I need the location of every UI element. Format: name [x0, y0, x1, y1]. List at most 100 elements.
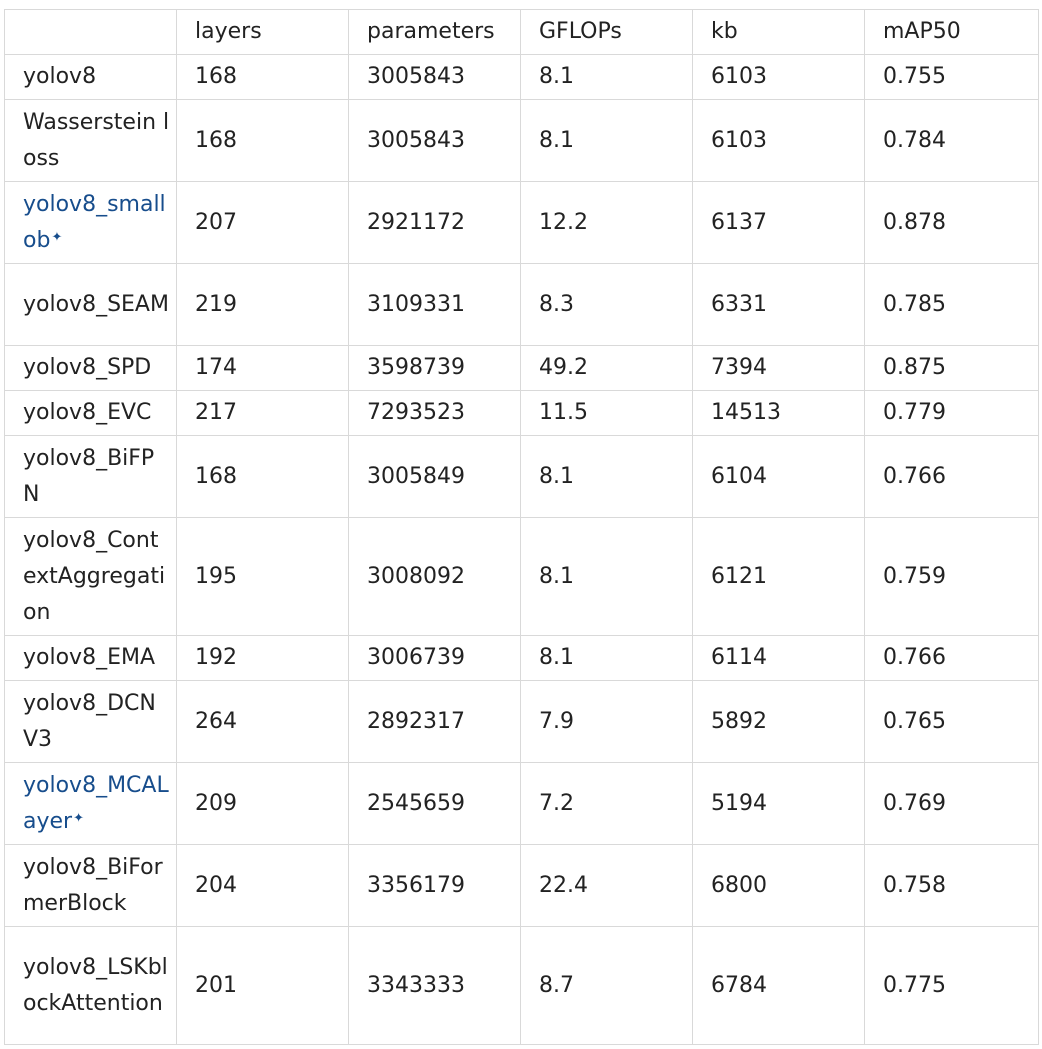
map50-cell: 0.765: [864, 680, 1039, 763]
kb-cell: 6784: [692, 926, 865, 1045]
gflops-cell: 11.5: [520, 390, 693, 436]
table-row: yolov8_SPD 174 3598739 49.2 7394 0.875: [4, 345, 1039, 391]
parameters-cell: 3006739: [348, 635, 521, 681]
parameters-cell: 2545659: [348, 762, 521, 845]
kb-cell: 6114: [692, 635, 865, 681]
model-name-cell: yolov8_EVC: [4, 390, 177, 436]
layers-cell: 174: [176, 345, 349, 391]
map50-cell: 0.766: [864, 435, 1039, 518]
model-name-cell: yolov8_SPD: [4, 345, 177, 391]
model-name-cell: yolov8_smallob✦: [4, 181, 177, 264]
kb-cell: 7394: [692, 345, 865, 391]
table-row: Wasserstein loss 168 3005843 8.1 6103 0.…: [4, 99, 1039, 182]
map50-cell: 0.758: [864, 844, 1039, 927]
model-name-cell: yolov8: [4, 54, 177, 100]
results-table: layers parameters GFLOPs kb mAP50 yolov8…: [4, 9, 1039, 1045]
layers-cell: 204: [176, 844, 349, 927]
gflops-cell: 8.1: [520, 517, 693, 636]
kb-cell: 5194: [692, 762, 865, 845]
model-name-cell: yolov8_BiFormerBlock: [4, 844, 177, 927]
parameters-cell: 7293523: [348, 390, 521, 436]
header-cell-gflops: GFLOPs: [520, 9, 693, 55]
parameters-cell: 2892317: [348, 680, 521, 763]
table-row: yolov8_ContextAggregation 195 3008092 8.…: [4, 517, 1039, 636]
model-link-mcalayer[interactable]: yolov8_MCALayer✦: [23, 773, 169, 834]
gflops-cell: 8.1: [520, 435, 693, 518]
gflops-cell: 8.1: [520, 54, 693, 100]
parameters-cell: 2921172: [348, 181, 521, 264]
table-row: yolov8 168 3005843 8.1 6103 0.755: [4, 54, 1039, 100]
kb-cell: 6103: [692, 54, 865, 100]
header-row: layers parameters GFLOPs kb mAP50: [4, 9, 1039, 55]
gflops-cell: 7.2: [520, 762, 693, 845]
kb-cell: 6104: [692, 435, 865, 518]
header-cell-map50: mAP50: [864, 9, 1039, 55]
model-name-cell: yolov8_ContextAggregation: [4, 517, 177, 636]
map50-cell: 0.878: [864, 181, 1039, 264]
map50-cell: 0.779: [864, 390, 1039, 436]
parameters-cell: 3005843: [348, 54, 521, 100]
gflops-cell: 49.2: [520, 345, 693, 391]
header-cell-model: [4, 9, 177, 55]
parameters-cell: 3008092: [348, 517, 521, 636]
kb-cell: 6331: [692, 263, 865, 346]
model-name-cell: yolov8_DCNV3: [4, 680, 177, 763]
model-link-label: yolov8_smallob: [23, 191, 166, 253]
header-cell-layers: layers: [176, 9, 349, 55]
layers-cell: 264: [176, 680, 349, 763]
table-row: yolov8_MCALayer✦ 209 2545659 7.2 5194 0.…: [4, 762, 1039, 845]
table-row: yolov8_BiFPN 168 3005849 8.1 6104 0.766: [4, 435, 1039, 518]
layers-cell: 201: [176, 926, 349, 1045]
table-row: yolov8_SEAM 219 3109331 8.3 6331 0.785: [4, 263, 1039, 346]
map50-cell: 0.784: [864, 99, 1039, 182]
table-row: yolov8_EVC 217 7293523 11.5 14513 0.779: [4, 390, 1039, 436]
kb-cell: 5892: [692, 680, 865, 763]
kb-cell: 14513: [692, 390, 865, 436]
model-name-cell: yolov8_LSKblockAttention: [4, 926, 177, 1045]
header-cell-kb: kb: [692, 9, 865, 55]
gflops-cell: 7.9: [520, 680, 693, 763]
map50-cell: 0.785: [864, 263, 1039, 346]
model-name-cell: Wasserstein loss: [4, 99, 177, 182]
table-row: yolov8_BiFormerBlock 204 3356179 22.4 68…: [4, 844, 1039, 927]
layers-cell: 195: [176, 517, 349, 636]
table-row: yolov8_smallob✦ 207 2921172 12.2 6137 0.…: [4, 181, 1039, 264]
map50-cell: 0.775: [864, 926, 1039, 1045]
sparkle-icon: ✦: [73, 810, 84, 826]
kb-cell: 6121: [692, 517, 865, 636]
table-row: yolov8_DCNV3 264 2892317 7.9 5892 0.765: [4, 680, 1039, 763]
parameters-cell: 3005849: [348, 435, 521, 518]
layers-cell: 192: [176, 635, 349, 681]
gflops-cell: 8.1: [520, 99, 693, 182]
map50-cell: 0.766: [864, 635, 1039, 681]
header-cell-parameters: parameters: [348, 9, 521, 55]
model-link-label: yolov8_MCALayer: [23, 772, 169, 834]
map50-cell: 0.755: [864, 54, 1039, 100]
gflops-cell: 12.2: [520, 181, 693, 264]
layers-cell: 207: [176, 181, 349, 264]
layers-cell: 209: [176, 762, 349, 845]
model-name-cell: yolov8_BiFPN: [4, 435, 177, 518]
parameters-cell: 3598739: [348, 345, 521, 391]
map50-cell: 0.769: [864, 762, 1039, 845]
table-row: yolov8_LSKblockAttention 201 3343333 8.7…: [4, 926, 1039, 1045]
model-link-smallob[interactable]: yolov8_smallob✦: [23, 192, 166, 253]
kb-cell: 6800: [692, 844, 865, 927]
model-name-cell: yolov8_SEAM: [4, 263, 177, 346]
model-name-cell: yolov8_MCALayer✦: [4, 762, 177, 845]
kb-cell: 6137: [692, 181, 865, 264]
gflops-cell: 8.7: [520, 926, 693, 1045]
layers-cell: 168: [176, 54, 349, 100]
layers-cell: 219: [176, 263, 349, 346]
gflops-cell: 8.3: [520, 263, 693, 346]
gflops-cell: 22.4: [520, 844, 693, 927]
parameters-cell: 3005843: [348, 99, 521, 182]
sparkle-icon: ✦: [51, 229, 63, 245]
gflops-cell: 8.1: [520, 635, 693, 681]
parameters-cell: 3343333: [348, 926, 521, 1045]
model-name-cell: yolov8_EMA: [4, 635, 177, 681]
parameters-cell: 3356179: [348, 844, 521, 927]
table-row: yolov8_EMA 192 3006739 8.1 6114 0.766: [4, 635, 1039, 681]
layers-cell: 168: [176, 435, 349, 518]
map50-cell: 0.875: [864, 345, 1039, 391]
